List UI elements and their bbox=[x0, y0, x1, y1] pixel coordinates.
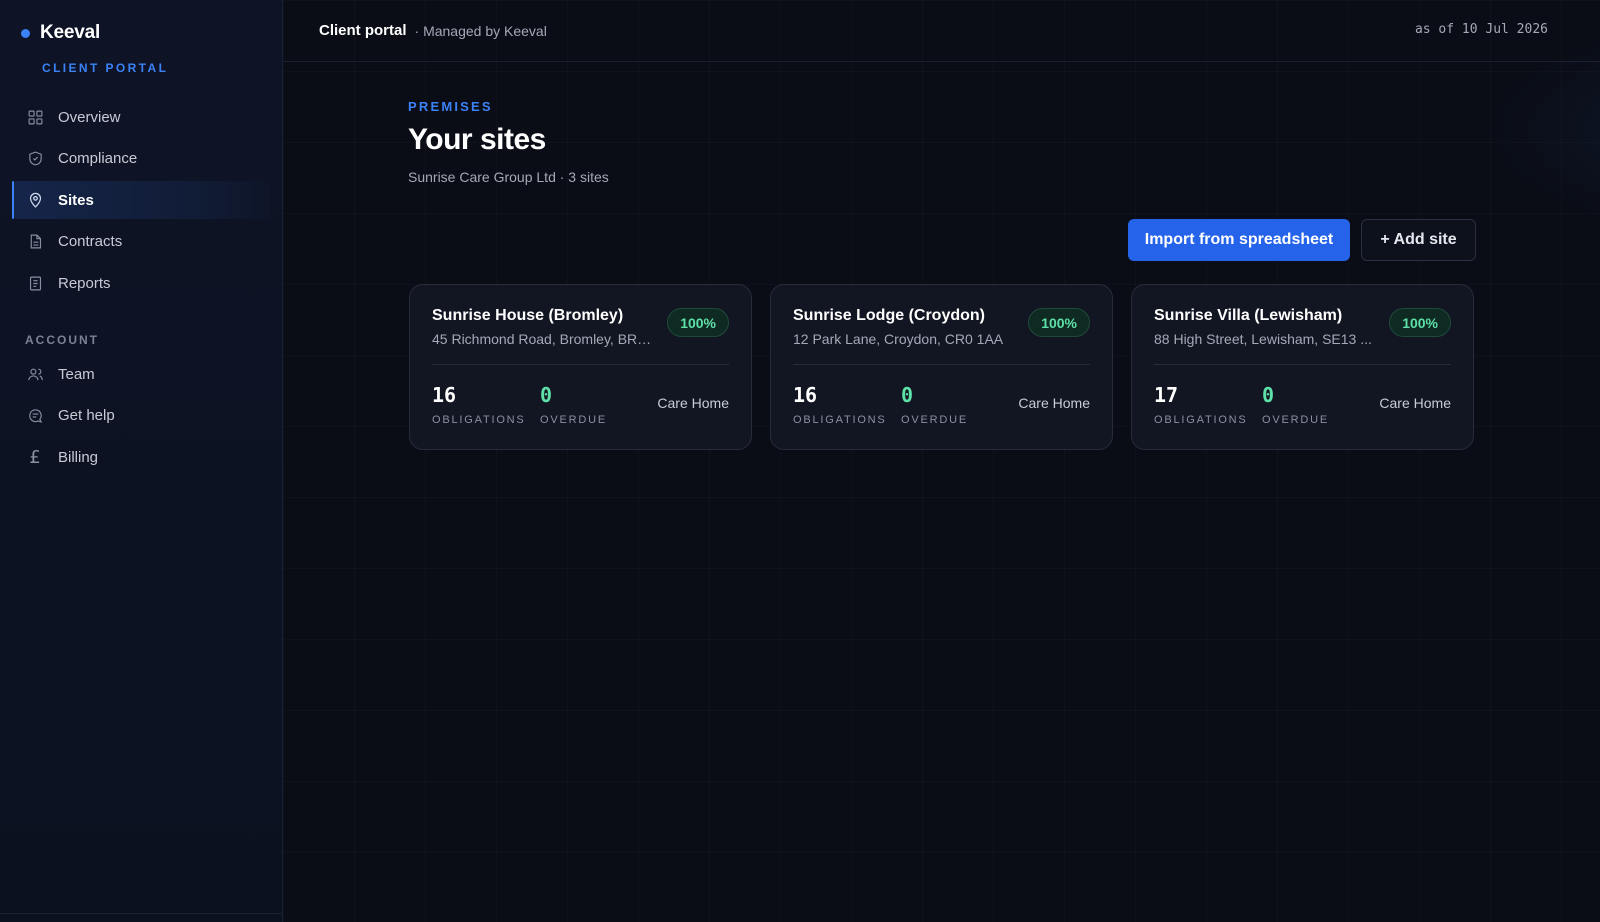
pound-icon: £ bbox=[29, 446, 41, 468]
site-card[interactable]: Sunrise House (Bromley) 45 Richmond Road… bbox=[409, 284, 752, 450]
obligations-count: 16 bbox=[793, 383, 818, 407]
brand[interactable]: Keeval bbox=[21, 22, 100, 44]
site-cards: Sunrise House (Bromley) 45 Richmond Road… bbox=[409, 284, 1474, 450]
grid-icon bbox=[26, 108, 44, 126]
obligations-stat: 17 OBLIGATIONS bbox=[1154, 383, 1248, 426]
users-icon bbox=[26, 365, 44, 383]
sidebar-item-label: Get help bbox=[58, 407, 115, 424]
account-nav: Team Get help £ Billing bbox=[12, 355, 270, 480]
map-pin-icon bbox=[26, 191, 44, 209]
overdue-count: 0 bbox=[1262, 383, 1275, 407]
overdue-count: 0 bbox=[540, 383, 553, 407]
brand-name: Keeval bbox=[40, 22, 101, 43]
app: Keeval CLIENT PORTAL Overview Compliance bbox=[0, 0, 1600, 922]
overdue-stat: 0 OVERDUE bbox=[540, 383, 607, 426]
sidebar-item-label: Compliance bbox=[58, 150, 138, 167]
topbar: Client portal · Managed by Keeval as of … bbox=[283, 0, 1600, 62]
overdue-label: OVERDUE bbox=[1262, 414, 1329, 426]
site-type: Care Home bbox=[657, 395, 729, 411]
compliance-score-badge: 100% bbox=[667, 308, 729, 337]
sidebar-item-label: Overview bbox=[58, 108, 121, 126]
page-subtitle: Sunrise Care Group Ltd · 3 sites bbox=[408, 169, 609, 185]
site-type: Care Home bbox=[1379, 395, 1451, 411]
site-card[interactable]: Sunrise Lodge (Croydon) 12 Park Lane, Cr… bbox=[770, 284, 1113, 450]
add-site-button[interactable]: + Add site bbox=[1361, 219, 1476, 261]
sidebar-item-compliance[interactable]: Compliance bbox=[12, 140, 270, 178]
help-icon bbox=[26, 407, 44, 425]
topbar-subtitle: · Managed by Keeval bbox=[414, 22, 547, 39]
topbar-title: Client portal bbox=[319, 22, 407, 39]
sidebar-item-team[interactable]: Team bbox=[12, 355, 270, 393]
brand-subtitle: CLIENT PORTAL bbox=[42, 61, 169, 75]
obligations-label: OBLIGATIONS bbox=[1154, 414, 1248, 426]
obligations-count: 16 bbox=[432, 383, 457, 407]
obligations-label: OBLIGATIONS bbox=[793, 414, 887, 426]
sidebar-item-overview[interactable]: Overview bbox=[12, 98, 270, 136]
site-address: 88 High Street, Lewisham, SE13 ... bbox=[1154, 331, 1372, 347]
sidebar: Keeval CLIENT PORTAL Overview Compliance bbox=[0, 0, 283, 922]
overdue-label: OVERDUE bbox=[540, 414, 607, 426]
sidebar-item-label: Billing bbox=[58, 448, 99, 466]
site-address: 12 Park Lane, Croydon, CR0 1AA bbox=[793, 331, 1004, 347]
account-section-label: ACCOUNT bbox=[25, 333, 99, 347]
site-type: Care Home bbox=[1018, 395, 1090, 411]
as-of-date: as of 10 Jul 2026 bbox=[1414, 22, 1548, 37]
sidebar-item-reports[interactable]: Reports bbox=[12, 264, 270, 302]
overdue-stat: 0 OVERDUE bbox=[1262, 383, 1329, 426]
sidebar-item-help[interactable]: Get help bbox=[12, 397, 270, 435]
page-title: Your sites bbox=[408, 123, 546, 156]
main-content: Client portal · Managed by Keeval as of … bbox=[283, 0, 1600, 922]
obligations-stat: 16 OBLIGATIONS bbox=[432, 383, 526, 426]
sidebar-item-label: Team bbox=[58, 365, 95, 383]
document-icon bbox=[26, 233, 44, 251]
sidebar-item-billing[interactable]: £ Billing bbox=[12, 438, 270, 476]
shield-icon bbox=[26, 150, 44, 168]
sidebar-divider bbox=[0, 913, 282, 914]
obligations-stat: 16 OBLIGATIONS bbox=[793, 383, 887, 426]
sidebar-item-contracts[interactable]: Contracts bbox=[12, 223, 270, 261]
compliance-score-badge: 100% bbox=[1389, 308, 1451, 337]
brand-dot-icon bbox=[21, 28, 30, 38]
sidebar-item-label: Sites bbox=[58, 191, 94, 209]
import-spreadsheet-button[interactable]: Import from spreadsheet bbox=[1128, 219, 1350, 261]
section-eyebrow: PREMISES bbox=[408, 99, 493, 114]
overdue-label: OVERDUE bbox=[901, 414, 968, 426]
card-divider bbox=[1154, 364, 1451, 365]
sidebar-item-label: Reports bbox=[58, 274, 111, 292]
site-card[interactable]: Sunrise Villa (Lewisham) 88 High Street,… bbox=[1131, 284, 1474, 450]
obligations-label: OBLIGATIONS bbox=[432, 414, 526, 426]
overdue-count: 0 bbox=[901, 383, 914, 407]
sidebar-item-label: Contracts bbox=[58, 233, 123, 250]
card-divider bbox=[793, 364, 1090, 365]
report-icon bbox=[26, 274, 44, 292]
card-divider bbox=[432, 364, 729, 365]
main-nav: Overview Compliance Sites Contracts Repo… bbox=[12, 98, 270, 306]
overdue-stat: 0 OVERDUE bbox=[901, 383, 968, 426]
compliance-score-badge: 100% bbox=[1028, 308, 1090, 337]
sidebar-item-sites[interactable]: Sites bbox=[12, 181, 270, 219]
obligations-count: 17 bbox=[1154, 383, 1179, 407]
site-address: 45 Richmond Road, Bromley, BR1... bbox=[432, 331, 654, 347]
